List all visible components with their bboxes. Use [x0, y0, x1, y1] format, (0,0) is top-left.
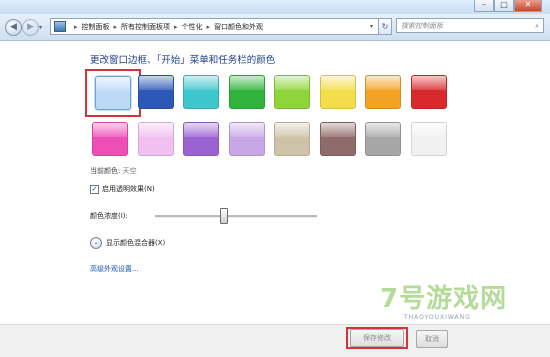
color-swatch-pink[interactable]: [88, 119, 132, 159]
search-input[interactable]: 搜索控制面板 ⌕: [396, 18, 544, 33]
address-dropdown-icon[interactable]: ▾: [370, 23, 373, 30]
color-mixer-label[interactable]: 显示颜色混合器(X): [106, 238, 165, 248]
save-button-highlight: 保存修改: [346, 327, 408, 349]
advanced-appearance-link[interactable]: 高级外观设置...: [90, 264, 139, 274]
footer-bar: [0, 324, 550, 357]
swatch-color-tile: [183, 122, 219, 156]
swatch-color-tile: [274, 75, 310, 109]
swatch-color-tile: [92, 122, 128, 156]
color-mixer-toggle[interactable]: ⌄ 显示颜色混合器(X): [90, 237, 165, 249]
swatch-color-tile: [319, 75, 356, 109]
watermark-brand: 7号游戏网: [380, 284, 508, 314]
control-panel-icon: [54, 21, 66, 32]
color-swatch-lime[interactable]: [270, 72, 314, 112]
close-button[interactable]: ✕: [514, 0, 542, 12]
save-changes-button[interactable]: 保存修改: [350, 329, 404, 347]
swatch-color-tile: [365, 122, 401, 156]
color-intensity-label: 颜色浓度(I):: [90, 212, 128, 220]
breadcrumb-personalization[interactable]: 个性化: [182, 22, 203, 32]
swatch-color-tile: [274, 122, 310, 156]
cancel-button[interactable]: 取消: [416, 330, 448, 348]
swatch-color-tile: [365, 75, 401, 109]
page-title: 更改窗口边框、「开始」菜单和任务栏的颜色: [90, 55, 276, 66]
swatch-color-tile: [137, 75, 174, 109]
expand-chevron-icon[interactable]: ⌄: [90, 237, 102, 249]
swatch-color-tile: [183, 75, 219, 109]
color-swatch-slate[interactable]: [361, 119, 405, 159]
search-placeholder: 搜索控制面板: [401, 22, 443, 30]
transparency-option[interactable]: ✓ 启用透明效果(N): [90, 184, 155, 194]
breadcrumb-separator-icon[interactable]: ▸: [74, 23, 78, 31]
address-bar[interactable]: ▸ 控制面板 ▸ 所有控制面板项 ▸ 个性化 ▸ 窗口颜色和外观 ▾: [50, 18, 392, 35]
color-swatch-teal[interactable]: [179, 72, 223, 112]
recent-pages-dropdown[interactable]: ▾: [39, 24, 42, 31]
color-intensity-slider-thumb[interactable]: [220, 208, 229, 224]
current-color: 当前颜色: 天空: [90, 166, 137, 176]
swatch-color-tile: [228, 122, 265, 156]
breadcrumb-all-items[interactable]: 所有控制面板项: [121, 22, 170, 32]
color-swatch-lavender[interactable]: [225, 119, 269, 159]
swatch-color-tile: [410, 122, 447, 156]
current-color-label: 当前颜色:: [90, 167, 121, 175]
navigation-bar: ◀ ▶ ▾ ▸ 控制面板 ▸ 所有控制面板项 ▸ 个性化 ▸ 窗口颜色和外观 ▾…: [0, 14, 550, 41]
color-swatch-light-pink[interactable]: [134, 119, 178, 159]
swatch-color-tile: [137, 122, 174, 156]
swatch-color-tile: [95, 76, 131, 110]
minimize-button[interactable]: –: [474, 0, 494, 12]
watermark-subtitle: THAOYOUXIWANG: [404, 314, 471, 321]
current-color-value: 天空: [122, 167, 137, 175]
refresh-icon[interactable]: ↻: [378, 18, 392, 35]
back-arrow-icon[interactable]: ◀: [5, 19, 22, 36]
color-swatch-orange[interactable]: [361, 72, 405, 112]
color-swatch-frost[interactable]: [407, 119, 451, 159]
transparency-label[interactable]: 启用透明效果(N): [102, 184, 155, 194]
color-intensity-slider[interactable]: [155, 215, 317, 218]
swatch-color-tile: [228, 75, 265, 109]
color-swatch-blue[interactable]: [134, 72, 178, 112]
window-controls: – □ ✕: [474, 0, 542, 12]
color-swatch-chocolate[interactable]: [316, 119, 360, 159]
maximize-button[interactable]: □: [494, 0, 514, 12]
color-swatch-green[interactable]: [225, 72, 269, 112]
breadcrumb-separator-icon[interactable]: ▸: [207, 23, 211, 31]
swatch-color-tile: [319, 122, 356, 156]
swatch-color-tile: [410, 75, 447, 109]
title-bar: – □ ✕: [0, 0, 550, 14]
breadcrumb-separator-icon[interactable]: ▸: [174, 23, 178, 31]
color-swatch-violet[interactable]: [179, 119, 223, 159]
breadcrumb-control-panel[interactable]: 控制面板: [82, 22, 110, 32]
color-swatch-red[interactable]: [407, 72, 451, 112]
color-swatch-yellow[interactable]: [316, 72, 360, 112]
forward-arrow-icon[interactable]: ▶: [22, 19, 39, 36]
site-watermark-logo: 7号游戏网 THAOYOUXIWANG: [370, 270, 520, 328]
color-swatch-taupe[interactable]: [270, 119, 314, 159]
breadcrumb-window-color[interactable]: 窗口颜色和外观: [214, 22, 263, 32]
transparency-checkbox[interactable]: ✓: [90, 184, 99, 194]
magnifier-icon[interactable]: ⌕: [535, 19, 539, 34]
breadcrumb-separator-icon[interactable]: ▸: [114, 23, 118, 31]
